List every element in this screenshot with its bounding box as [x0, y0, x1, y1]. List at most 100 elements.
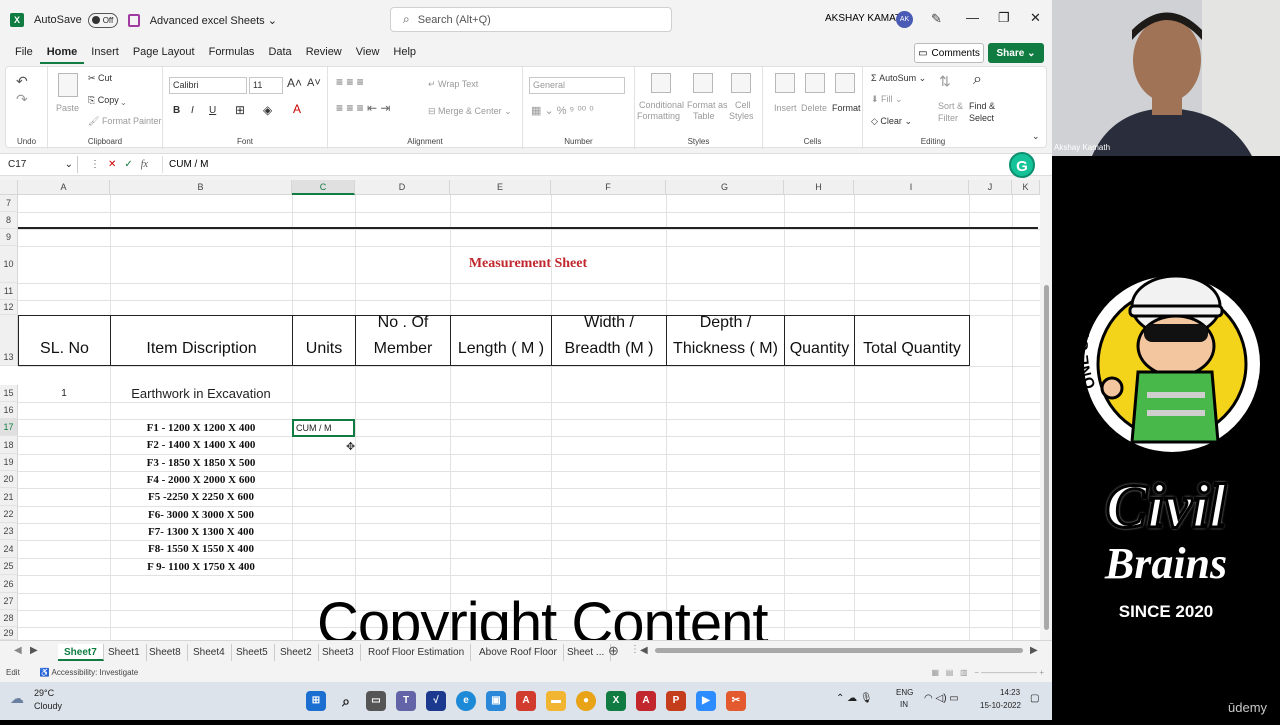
- cell-styles-label[interactable]: Cell: [735, 100, 751, 110]
- photos-icon[interactable]: ▣: [486, 691, 506, 711]
- row-header-11[interactable]: 11: [0, 283, 18, 300]
- sheet-tab[interactable]: Sheet1: [102, 644, 147, 661]
- row-header-9[interactable]: 9: [0, 229, 18, 246]
- search-input[interactable]: ⌕ Search (Alt+Q): [390, 7, 672, 32]
- column-header-e[interactable]: E: [450, 180, 551, 195]
- underline-button[interactable]: U: [209, 105, 216, 116]
- vertical-scrollbar[interactable]: [1041, 180, 1052, 640]
- close-icon[interactable]: ✕: [1030, 10, 1041, 26]
- sheet-tab[interactable]: Above Roof Floor: [473, 644, 564, 661]
- horizontal-scroll-thumb[interactable]: [655, 648, 1023, 653]
- format-as-table-icon[interactable]: [693, 73, 713, 93]
- active-cell-c17[interactable]: CUM / M: [292, 419, 355, 437]
- align-left-icon[interactable]: ≡ ≡ ≡ ⇤ ⇥: [336, 101, 390, 115]
- name-box[interactable]: C17 ⌄: [4, 156, 78, 173]
- fx-icon[interactable]: fx: [141, 159, 148, 170]
- notification-icon[interactable]: ▢: [1030, 693, 1039, 704]
- tab-file[interactable]: File: [8, 40, 40, 64]
- autosum-button[interactable]: Σ AutoSum ⌄: [871, 73, 926, 84]
- row-header-24[interactable]: 24: [0, 540, 18, 558]
- column-header-b[interactable]: B: [110, 180, 292, 195]
- header-cell-3[interactable]: Units: [292, 315, 355, 366]
- footing-item[interactable]: F 9- 1100 X 1750 X 400: [110, 561, 292, 573]
- delete-cells-label[interactable]: Delete: [801, 103, 827, 113]
- system-tray-icons[interactable]: ⌃ ☁ 🎙: [836, 693, 873, 704]
- document-title[interactable]: Advanced excel Sheets ⌄: [150, 14, 277, 27]
- sort-filter-label[interactable]: Sort &: [938, 101, 963, 111]
- comments-button[interactable]: ▭ Comments: [914, 43, 984, 63]
- footing-item[interactable]: F8- 1550 X 1550 X 400: [110, 543, 292, 555]
- column-header-c[interactable]: C: [292, 180, 355, 195]
- column-header-f[interactable]: F: [551, 180, 666, 195]
- fill-button[interactable]: ⬇ Fill ⌄: [871, 94, 903, 105]
- horizontal-scrollbar[interactable]: [645, 648, 1040, 654]
- sort-filter-icon[interactable]: ⇅: [939, 73, 951, 90]
- fill-color-icon[interactable]: ◈: [263, 103, 272, 117]
- format-cells-label[interactable]: Format: [832, 103, 861, 113]
- add-sheet-icon[interactable]: ⊕: [608, 643, 619, 659]
- autosave-toggle[interactable]: Off: [87, 12, 118, 28]
- pen-icon[interactable]: ✎: [931, 11, 942, 27]
- header-cell-1[interactable]: SL. No: [18, 315, 110, 366]
- row-header-23[interactable]: 23: [0, 523, 18, 540]
- tab-view[interactable]: View: [349, 40, 387, 64]
- tab-formulas[interactable]: Formulas: [202, 40, 262, 64]
- row-header-28[interactable]: 28: [0, 610, 18, 627]
- font-color-icon[interactable]: A: [293, 102, 301, 116]
- row-header-18[interactable]: 18: [0, 436, 18, 454]
- formula-input[interactable]: CUM / M: [162, 156, 208, 173]
- edge-icon[interactable]: e: [456, 691, 476, 711]
- accessibility-status[interactable]: ♿ Accessibility: Investigate: [40, 668, 138, 677]
- sheet-tab[interactable]: Sheet4: [187, 644, 232, 661]
- row-header-27[interactable]: 27: [0, 593, 18, 610]
- column-header-h[interactable]: H: [784, 180, 854, 195]
- column-header-j[interactable]: J: [969, 180, 1012, 195]
- footing-item[interactable]: F6- 3000 X 3000 X 500: [110, 509, 292, 521]
- column-header-a[interactable]: A: [18, 180, 110, 195]
- select-all-corner[interactable]: [0, 180, 18, 195]
- more-tabs-icon[interactable]: ⋮: [630, 644, 640, 655]
- row-header-17[interactable]: 17: [0, 419, 18, 436]
- pdf-icon[interactable]: A: [516, 691, 536, 711]
- merge-center-button[interactable]: ⊟ Merge & Center ⌄: [428, 106, 512, 117]
- copy-button[interactable]: ⎘ Copy ⌄: [88, 95, 125, 106]
- header-cell-5[interactable]: Length ( M ): [450, 315, 551, 366]
- row-header-20[interactable]: 20: [0, 471, 18, 488]
- paste-icon[interactable]: [58, 73, 78, 97]
- footing-item[interactable]: F3 - 1850 X 1850 X 500: [110, 457, 292, 469]
- zoom-icon[interactable]: ▶: [696, 691, 716, 711]
- find-select-label[interactable]: Find &: [969, 101, 995, 111]
- column-header-k[interactable]: K: [1012, 180, 1040, 195]
- save-icon[interactable]: [127, 13, 140, 27]
- column-header-g[interactable]: G: [666, 180, 784, 195]
- header-cell-2[interactable]: Item Discription: [110, 315, 292, 366]
- align-top-icon[interactable]: ≡ ≡ ≡: [336, 75, 364, 89]
- restore-icon[interactable]: ❐: [998, 10, 1010, 26]
- bold-button[interactable]: B: [173, 105, 180, 116]
- tab-review[interactable]: Review: [299, 40, 349, 64]
- weather-temp[interactable]: 29°C: [34, 688, 54, 698]
- sheet-tab[interactable]: Sheet ...: [561, 644, 612, 661]
- borders-icon[interactable]: ⊞: [235, 103, 245, 117]
- item-description-cell[interactable]: Earthwork in Excavation: [110, 386, 292, 401]
- footing-item[interactable]: F5 -2250 X 2250 X 600: [110, 491, 292, 503]
- grammarly-icon[interactable]: G: [1009, 152, 1035, 178]
- sheet-tab[interactable]: Sheet2: [274, 644, 319, 661]
- undo-icon[interactable]: ↶: [16, 73, 28, 90]
- row-header-26[interactable]: 26: [0, 575, 18, 593]
- header-cell-4[interactable]: No . Of Member: [355, 314, 450, 366]
- chrome-icon[interactable]: ●: [576, 691, 596, 711]
- format-as-table-label[interactable]: Format as: [687, 100, 728, 110]
- header-cell-7[interactable]: Depth / Thickness ( M): [666, 314, 784, 366]
- row-header-15[interactable]: 15: [0, 385, 18, 402]
- row-header-8[interactable]: 8: [0, 212, 18, 229]
- tab-scroll-right-icon[interactable]: ▶: [30, 645, 38, 656]
- row-header-16[interactable]: 16: [0, 402, 18, 419]
- snip-icon[interactable]: ✂: [726, 691, 746, 711]
- cut-button[interactable]: ✂ Cut: [88, 73, 112, 84]
- footing-item[interactable]: F2 - 1400 X 1400 X 400: [110, 439, 292, 451]
- number-format-select[interactable]: General: [529, 77, 625, 94]
- number-format-icons[interactable]: ▦ ⌄ % ⁹ ⁰⁰ ⁰: [531, 104, 594, 117]
- insert-cells-label[interactable]: Insert: [774, 103, 797, 113]
- sheet-tab[interactable]: Sheet3: [316, 644, 361, 661]
